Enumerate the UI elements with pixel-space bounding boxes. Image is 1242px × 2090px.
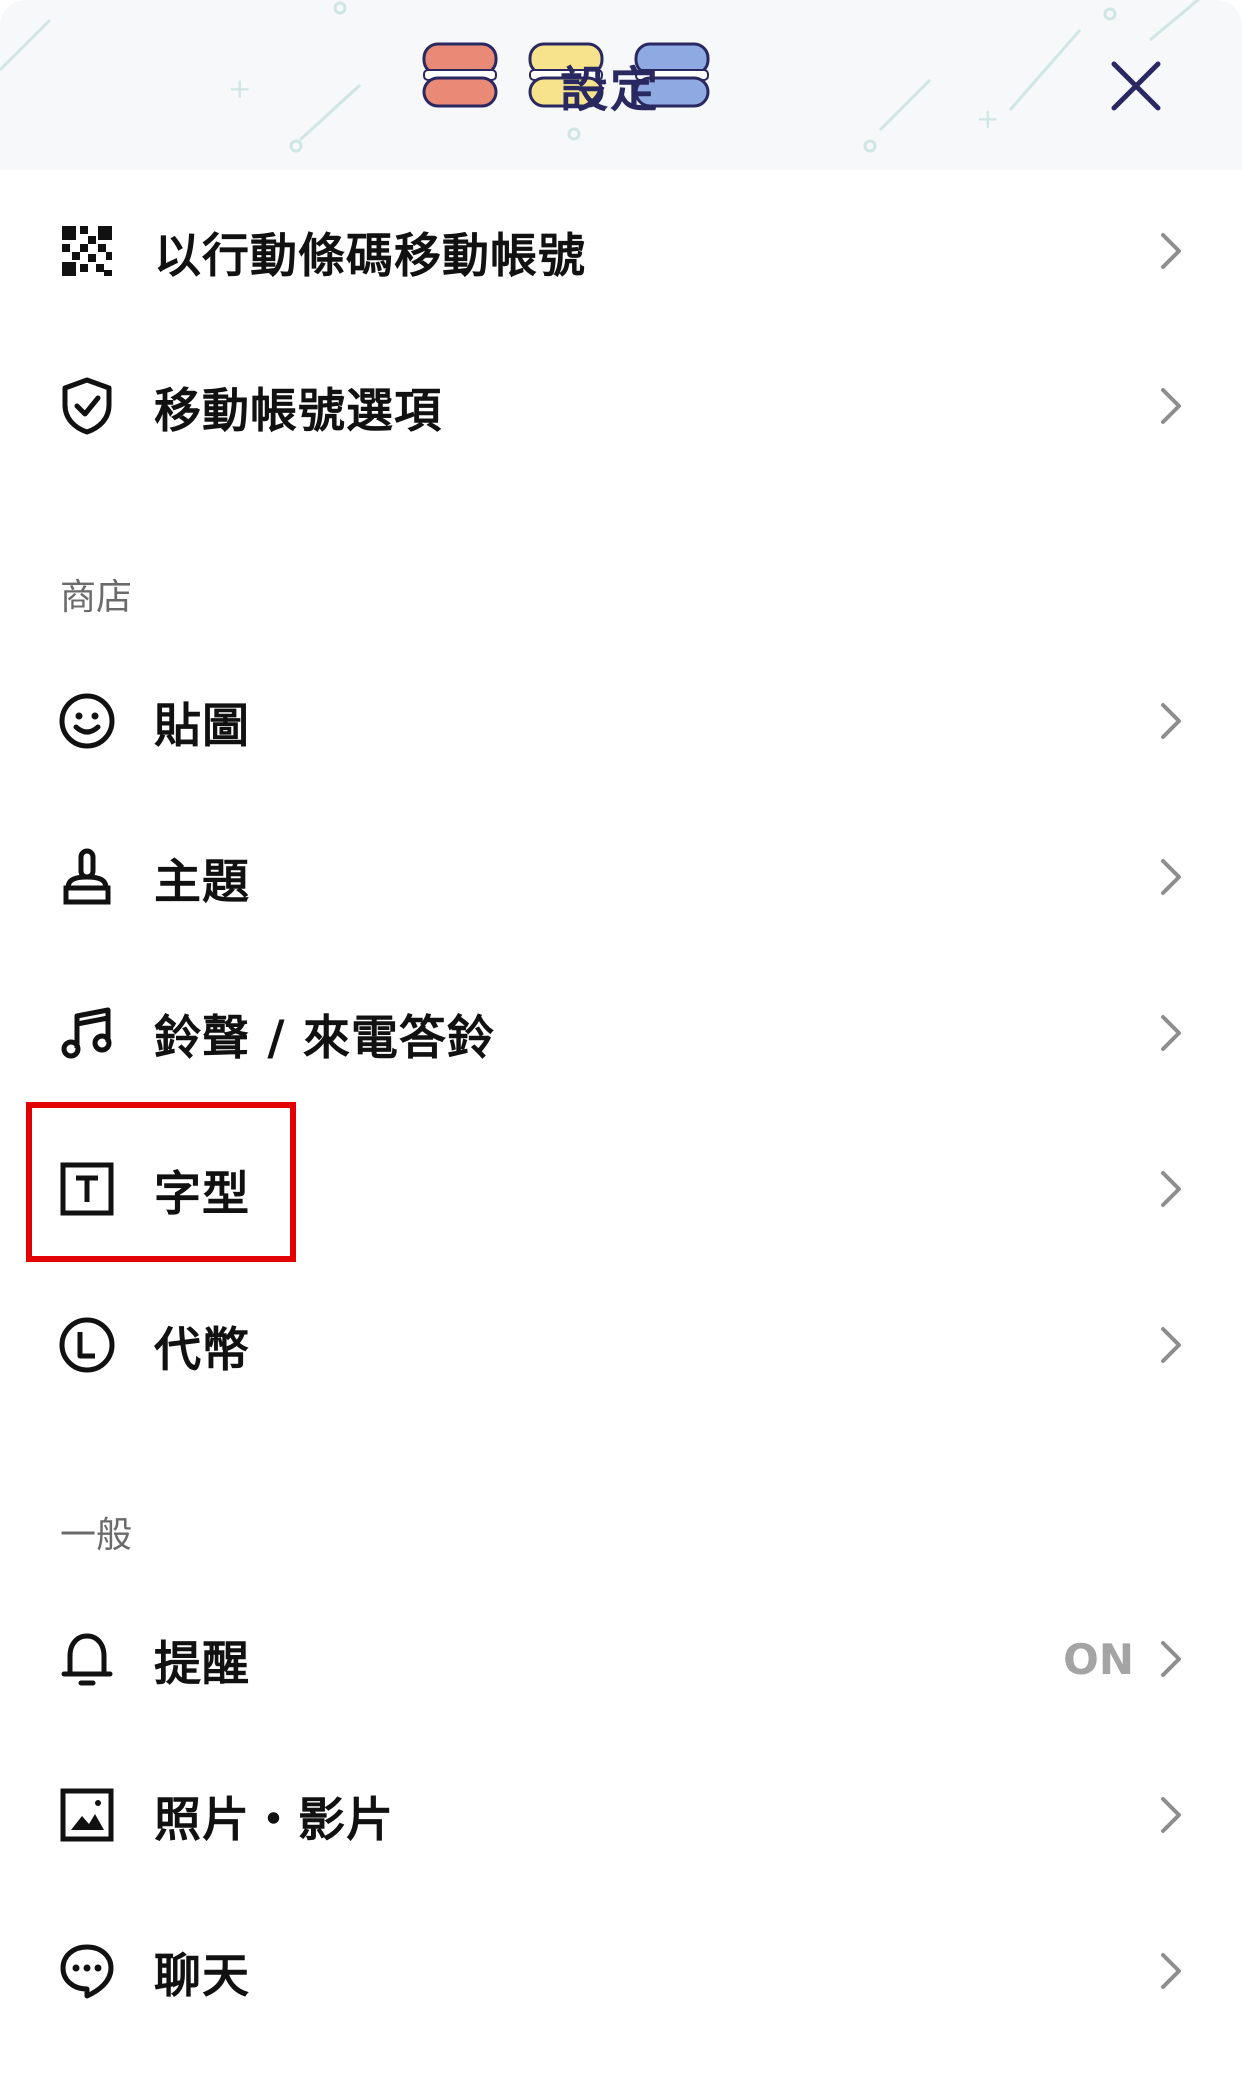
list-item-photos-videos[interactable]: 照片・影片 [0,1740,1242,1890]
list-item-label: 主題 [154,854,250,910]
list-item-notifications[interactable]: 提醒 ON [0,1584,1242,1734]
list-item-label: 代幣 [154,1322,250,1378]
smiley-icon [56,690,118,752]
list-item-label: 提醒 [154,1636,250,1692]
list-item-label: 以行動條碼移動帳號 [154,228,586,284]
list-item-label: 移動帳號選項 [154,383,442,439]
list-item-chats[interactable]: 聊天 [0,1896,1242,2046]
chevron-right-icon [1156,1169,1186,1209]
highlight-box [26,1102,296,1262]
list-item-label: 貼圖 [154,698,250,754]
list-item-move-account-qr[interactable]: 以行動條碼移動帳號 [0,176,1242,326]
svg-text:+: + [976,102,999,135]
chevron-right-icon [1156,1325,1186,1365]
list-item-label: 鈴聲 / 來電答鈴 [154,1010,495,1066]
close-icon [1111,61,1161,111]
qr-code-icon [56,220,118,282]
chevron-right-icon [1156,701,1186,741]
status-value: ON [1063,1634,1134,1684]
chevron-right-icon [1156,1951,1186,1991]
shield-icon [56,375,118,437]
page-title: 設定 [560,62,661,118]
list-item-move-account-options[interactable]: 移動帳號選項 [0,331,1242,481]
list-item-ringtones[interactable]: 鈴聲 / 來電答鈴 [0,958,1242,1108]
chat-bubble-icon [56,1940,118,2002]
chevron-right-icon [1156,1639,1186,1679]
coin-icon [56,1314,118,1376]
close-button[interactable] [1100,50,1172,122]
bell-icon [56,1628,118,1690]
svg-text:+: + [228,72,251,105]
chevron-right-icon [1156,1013,1186,1053]
chevron-right-icon [1156,857,1186,897]
list-item-coins[interactable]: 代幣 [0,1270,1242,1420]
chevron-right-icon [1156,1795,1186,1835]
list-item-label: 聊天 [154,1948,250,2004]
list-item-label: 照片・影片 [154,1792,394,1848]
settings-header: + + 設定 [0,0,1242,170]
image-icon [56,1784,118,1846]
list-item-stickers[interactable]: 貼圖 [0,646,1242,796]
list-item-themes[interactable]: 主題 [0,802,1242,952]
section-header-general: 一般 [60,1515,133,1556]
music-note-icon [56,1002,118,1064]
section-header-store: 商店 [60,577,133,618]
chevron-right-icon [1156,231,1186,271]
chevron-right-icon [1156,386,1186,426]
macaron-red-icon [422,42,498,108]
brush-icon [56,846,118,908]
